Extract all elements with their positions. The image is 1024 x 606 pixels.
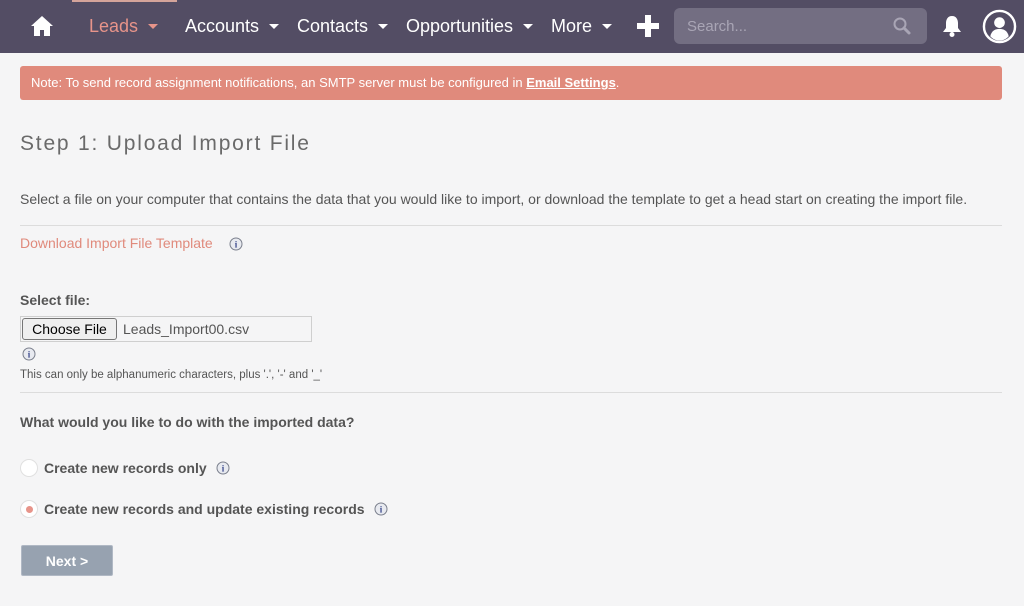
file-name-hint: This can only be alphanumeric characters… <box>20 369 323 381</box>
info-icon[interactable]: i <box>216 461 230 475</box>
page-description: Select a file on your computer that cont… <box>20 191 968 207</box>
chevron-down-icon <box>602 23 613 29</box>
nav-item-accounts[interactable]: Accounts <box>185 14 280 38</box>
option-label: Create new records and update existing r… <box>44 501 365 517</box>
nav-item-label: Leads <box>89 15 139 36</box>
info-icon[interactable]: i <box>229 237 243 251</box>
bell-icon[interactable] <box>941 14 963 38</box>
nav-item-opportunities[interactable]: Opportunities <box>406 14 534 38</box>
nav-item-label: Contacts <box>297 15 369 36</box>
nav-item-label: Opportunities <box>406 15 514 36</box>
divider <box>20 225 1002 226</box>
option-create-and-update[interactable]: Create new records and update existing r… <box>20 500 388 518</box>
select-file-label: Select file: <box>20 292 91 308</box>
import-action-question: What would you like to do with the impor… <box>20 414 355 430</box>
next-button[interactable]: Next > <box>21 545 113 576</box>
plus-icon[interactable] <box>636 14 660 38</box>
search-input[interactable] <box>674 8 884 44</box>
nav-item-leads[interactable]: Leads <box>89 14 159 38</box>
divider <box>20 392 1002 393</box>
nav-item-contacts[interactable]: Contacts <box>297 14 389 38</box>
radio-create-and-update[interactable] <box>20 500 38 518</box>
top-navigation-bar: Leads Accounts Contacts Opportunities Mo… <box>0 0 1024 53</box>
alert-suffix: . <box>615 75 620 90</box>
option-label: Create new records only <box>44 460 207 476</box>
selected-file-name: Leads_Import00.csv <box>123 321 250 337</box>
radio-create-only[interactable] <box>20 459 38 477</box>
smtp-warning-alert: Note: To send record assignment notifica… <box>20 66 1002 100</box>
download-template-link[interactable]: Download Import File Template <box>20 235 213 251</box>
chevron-down-icon <box>523 23 534 29</box>
chevron-down-icon <box>269 23 280 29</box>
search-icon[interactable] <box>892 16 912 36</box>
active-tab-indicator <box>72 0 177 2</box>
nav-item-more[interactable]: More <box>551 14 613 38</box>
email-settings-link[interactable]: Email Settings <box>526 75 616 90</box>
home-icon[interactable] <box>30 14 54 38</box>
chevron-down-icon <box>148 23 159 29</box>
page-title: Step 1: Upload Import File <box>20 132 311 155</box>
info-icon[interactable]: i <box>374 502 388 516</box>
user-avatar-icon[interactable] <box>982 9 1017 44</box>
choose-file-button[interactable]: Choose File <box>22 318 117 340</box>
nav-item-label: More <box>551 15 593 36</box>
search-box <box>674 8 927 44</box>
alert-text: Note: To send record assignment notifica… <box>31 75 527 90</box>
file-input[interactable]: Choose File Leads_Import00.csv <box>20 316 312 342</box>
chevron-down-icon <box>378 23 389 29</box>
option-create-only[interactable]: Create new records only i <box>20 459 230 477</box>
info-icon[interactable]: i <box>22 347 36 361</box>
nav-item-label: Accounts <box>185 15 260 36</box>
